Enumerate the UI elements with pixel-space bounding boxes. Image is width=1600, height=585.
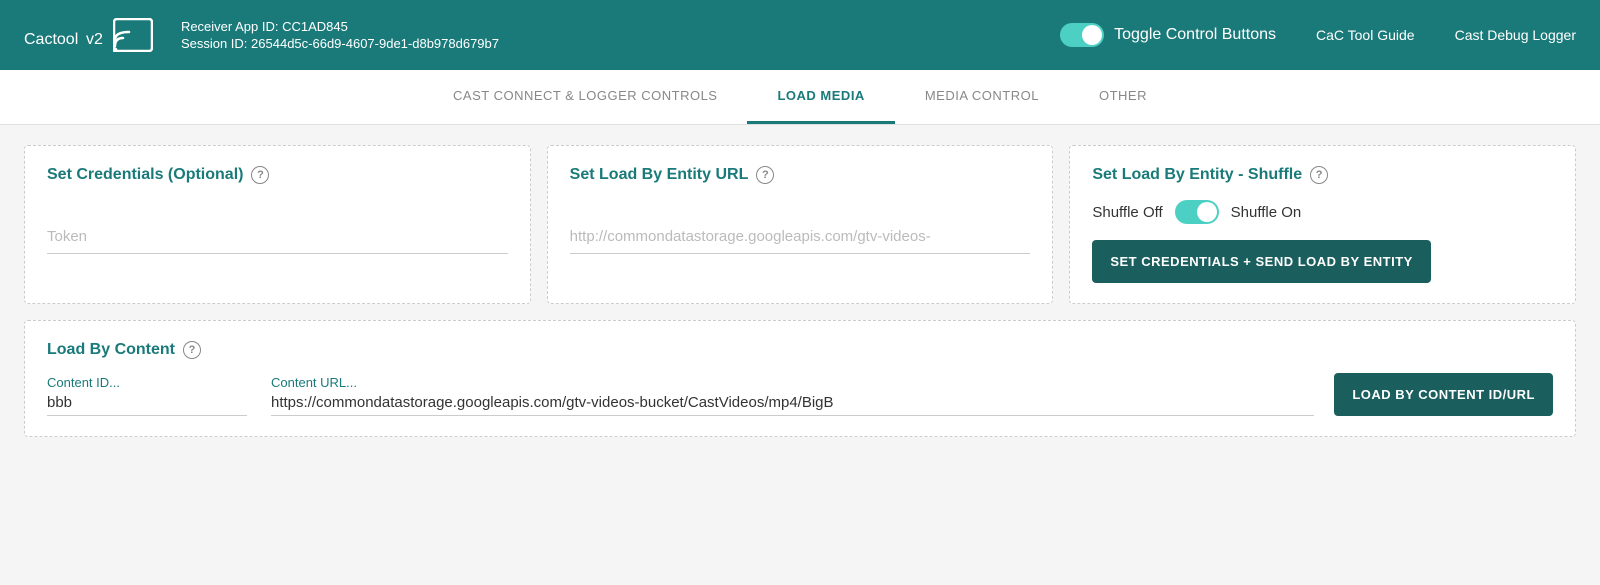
toggle-control-label: Toggle Control Buttons xyxy=(1114,26,1276,44)
header: Cactool v2 Receiver App ID: CC1AD845 Ses… xyxy=(0,0,1600,70)
receiver-app-id-value: CC1AD845 xyxy=(282,19,348,34)
set-credentials-send-load-by-entity-button[interactable]: SET CREDENTIALS + SEND LOAD BY ENTITY xyxy=(1092,240,1431,283)
toggle-control-section: Toggle Control Buttons xyxy=(1060,23,1276,47)
content-id-label: Content ID... xyxy=(47,375,247,390)
credentials-card-title: Set Credentials (Optional) ? xyxy=(47,166,508,184)
logo-text: Cactool v2 xyxy=(24,19,103,51)
content-id-field-group: Content ID... bbb xyxy=(47,375,247,416)
load-content-fields: Content ID... bbb Content URL... https:/… xyxy=(47,375,1314,416)
cac-tool-guide-link[interactable]: CaC Tool Guide xyxy=(1316,27,1415,43)
header-nav: CaC Tool Guide Cast Debug Logger xyxy=(1316,27,1576,43)
toggle-control-button[interactable] xyxy=(1060,23,1104,47)
credentials-help-icon[interactable]: ? xyxy=(251,166,269,184)
receiver-app-id-row: Receiver App ID: CC1AD845 xyxy=(181,19,1060,34)
load-content-header: Load By Content ? xyxy=(47,341,1553,359)
token-input[interactable] xyxy=(47,220,508,254)
load-content-bottom: Content ID... bbb Content URL... https:/… xyxy=(47,373,1553,416)
load-content-title: Load By Content ? xyxy=(47,341,201,359)
content-url-field-group: Content URL... https://commondatastorage… xyxy=(271,375,1314,416)
entity-shuffle-help-icon[interactable]: ? xyxy=(1310,166,1328,184)
entity-url-card-title: Set Load By Entity URL ? xyxy=(570,166,1031,184)
shuffle-toggle-row: Shuffle Off Shuffle On xyxy=(1092,200,1553,224)
session-id-value: 26544d5c-66d9-4607-9de1-d8b978d679b7 xyxy=(251,36,499,51)
header-info: Receiver App ID: CC1AD845 Session ID: 26… xyxy=(181,19,1060,51)
cards-row: Set Credentials (Optional) ? Set Load By… xyxy=(24,145,1576,304)
entity-url-input[interactable] xyxy=(570,220,1031,254)
content-id-value[interactable]: bbb xyxy=(47,394,247,416)
tab-load-media[interactable]: LOAD MEDIA xyxy=(747,70,894,124)
main-content: Set Credentials (Optional) ? Set Load By… xyxy=(0,125,1600,457)
entity-url-help-icon[interactable]: ? xyxy=(756,166,774,184)
session-id-row: Session ID: 26544d5c-66d9-4607-9de1-d8b9… xyxy=(181,36,1060,51)
receiver-app-id-label: Receiver App ID: xyxy=(181,19,279,34)
shuffle-off-label: Shuffle Off xyxy=(1092,204,1162,221)
load-content-card: Load By Content ? Content ID... bbb Cont… xyxy=(24,320,1576,437)
logo: Cactool v2 xyxy=(24,18,153,52)
cast-debug-logger-link[interactable]: Cast Debug Logger xyxy=(1455,27,1576,43)
tab-media-control[interactable]: MEDIA CONTROL xyxy=(895,70,1069,124)
credentials-card: Set Credentials (Optional) ? xyxy=(24,145,531,304)
tabs-container: CAST CONNECT & LOGGER CONTROLS LOAD MEDI… xyxy=(0,70,1600,125)
load-content-help-icon[interactable]: ? xyxy=(183,341,201,359)
shuffle-on-label: Shuffle On xyxy=(1231,204,1302,221)
load-by-content-id-url-button[interactable]: LOAD BY CONTENT ID/URL xyxy=(1334,373,1553,416)
tab-cast-connect[interactable]: CAST CONNECT & LOGGER CONTROLS xyxy=(423,70,747,124)
entity-shuffle-card: Set Load By Entity - Shuffle ? Shuffle O… xyxy=(1069,145,1576,304)
session-id-label: Session ID: xyxy=(181,36,247,51)
entity-shuffle-card-title: Set Load By Entity - Shuffle ? xyxy=(1092,166,1553,184)
entity-url-card: Set Load By Entity URL ? xyxy=(547,145,1054,304)
content-url-label: Content URL... xyxy=(271,375,1314,390)
cast-icon xyxy=(113,18,153,52)
content-url-value[interactable]: https://commondatastorage.googleapis.com… xyxy=(271,394,1314,416)
shuffle-toggle[interactable] xyxy=(1175,200,1219,224)
tab-other[interactable]: OTHER xyxy=(1069,70,1177,124)
